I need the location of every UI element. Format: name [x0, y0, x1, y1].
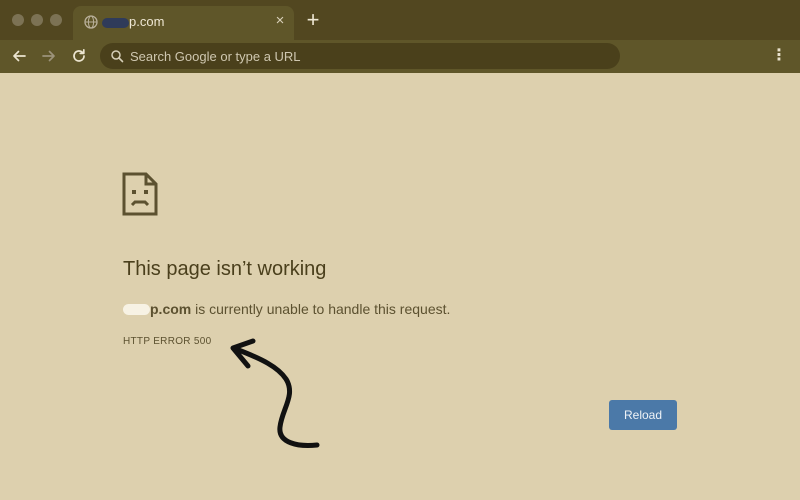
sad-document-icon: [122, 172, 158, 216]
error-code: HTTP ERROR 500: [123, 336, 212, 347]
close-window-button[interactable]: [12, 14, 24, 26]
tab-strip: p.com × +: [0, 0, 800, 40]
error-description-text: is currently unable to handle this reque…: [191, 301, 451, 317]
error-domain: p.com: [150, 301, 192, 317]
maximize-window-button[interactable]: [50, 14, 62, 26]
tab-title: p.com: [129, 14, 165, 29]
error-description: p.com is currently unable to handle this…: [123, 301, 450, 317]
new-tab-button[interactable]: +: [304, 9, 322, 31]
omnibox-input[interactable]: [130, 43, 600, 69]
active-tab[interactable]: p.com ×: [73, 6, 294, 40]
forward-arrow-icon[interactable]: [40, 47, 58, 65]
search-icon: [111, 50, 124, 63]
reload-button[interactable]: Reload: [609, 400, 677, 430]
menu-kebab-icon[interactable]: ⋮: [771, 47, 787, 65]
hand-drawn-arrow: [230, 338, 320, 448]
back-arrow-icon[interactable]: [10, 47, 28, 65]
globe-icon: [84, 15, 98, 29]
tab-close-icon[interactable]: ×: [272, 13, 288, 29]
omnibox[interactable]: [100, 43, 620, 69]
redacted-text: [123, 304, 150, 315]
error-title: This page isn’t working: [123, 258, 327, 280]
reload-icon[interactable]: [70, 47, 88, 65]
minimize-window-button[interactable]: [31, 14, 43, 26]
toolbar: ⋮: [0, 40, 800, 73]
